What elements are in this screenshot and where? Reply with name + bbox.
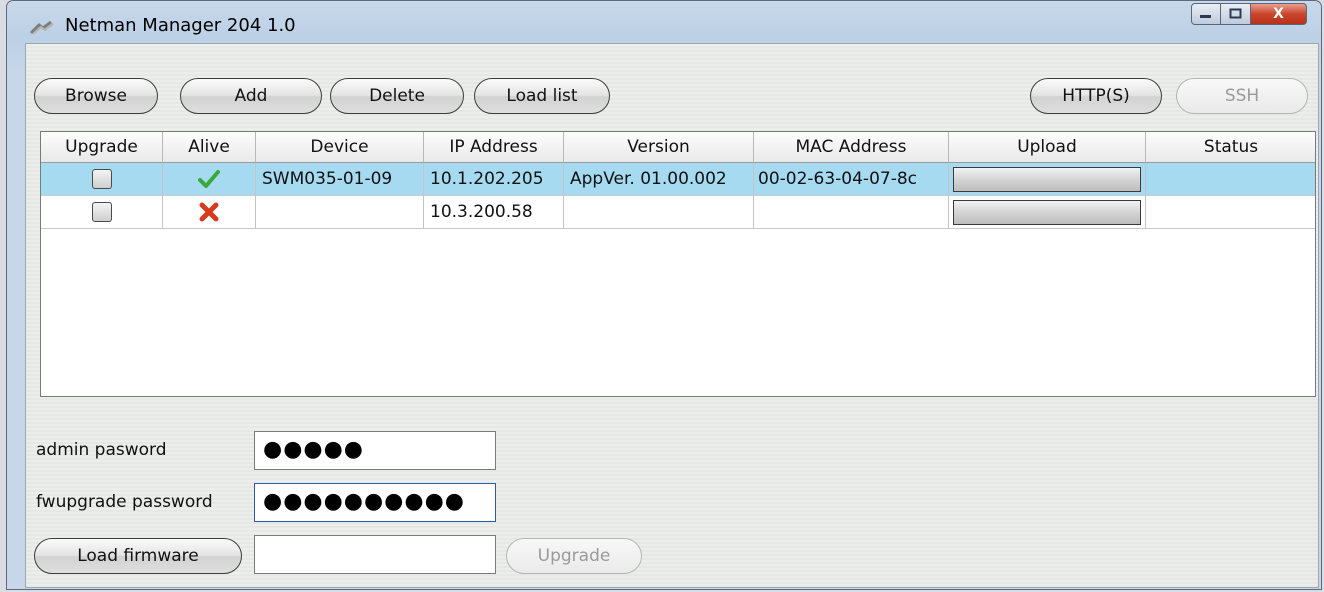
browse-button[interactable]: Browse (34, 78, 158, 114)
window-controls: X (1191, 3, 1307, 27)
main-panel: Browse Add Delete Load list HTTP(S) SSH … (25, 43, 1319, 588)
upload-progress-bar (953, 199, 1141, 225)
status-cell (1146, 196, 1315, 229)
title-bar[interactable]: Netman Manager 204 1.0 X (7, 1, 1321, 43)
column-header-upgrade[interactable]: Upgrade (41, 132, 163, 163)
column-header-device[interactable]: Device (256, 132, 424, 163)
fwupgrade-password-field[interactable]: ●●●●●●●●●● (254, 483, 496, 522)
upgrade-button[interactable]: Upgrade (506, 538, 642, 574)
table-row[interactable]: SWM035-01-09 10.1.202.205 AppVer. 01.00.… (41, 163, 1315, 196)
column-header-version[interactable]: Version (564, 132, 754, 163)
device-cell (256, 196, 424, 229)
table-row[interactable]: 10.3.200.58 (41, 196, 1315, 229)
upload-progress-bar (953, 166, 1141, 192)
upgrade-checkbox[interactable] (91, 169, 112, 189)
column-header-ip-address[interactable]: IP Address (424, 132, 564, 163)
device-table: Upgrade Alive Device IP Address Version … (40, 131, 1316, 397)
http-button[interactable]: HTTP(S) (1030, 78, 1162, 114)
minimize-icon (1200, 15, 1211, 18)
table-header: Upgrade Alive Device IP Address Version … (41, 132, 1315, 163)
device-cell: SWM035-01-09 (256, 163, 424, 196)
close-icon: X (1273, 6, 1284, 22)
add-button[interactable]: Add (180, 78, 322, 114)
admin-password-field[interactable]: ●●●●● (254, 431, 496, 470)
check-icon (198, 170, 220, 188)
upgrade-cell (41, 196, 163, 229)
upload-cell (949, 163, 1146, 196)
upgrade-checkbox[interactable] (91, 202, 112, 222)
minimize-button[interactable] (1191, 3, 1221, 25)
alive-cell (163, 196, 256, 229)
column-header-alive[interactable]: Alive (163, 132, 256, 163)
load-firmware-button[interactable]: Load firmware (34, 538, 242, 574)
mac-cell (754, 196, 949, 229)
close-button[interactable]: X (1251, 3, 1307, 25)
firmware-path-field[interactable] (254, 535, 496, 574)
column-header-status[interactable]: Status (1146, 132, 1315, 163)
maximize-button[interactable] (1221, 3, 1251, 25)
ip-cell: 10.1.202.205 (424, 163, 564, 196)
upload-cell (949, 196, 1146, 229)
upgrade-cell (41, 163, 163, 196)
window-title: Netman Manager 204 1.0 (65, 15, 296, 36)
alive-cell (163, 163, 256, 196)
column-header-upload[interactable]: Upload (949, 132, 1146, 163)
ip-cell: 10.3.200.58 (424, 196, 564, 229)
fwupgrade-password-label: fwupgrade password (36, 492, 213, 512)
network-app-icon (29, 21, 54, 35)
version-cell: AppVer. 01.00.002 (564, 163, 754, 196)
load-list-button[interactable]: Load list (474, 78, 610, 114)
delete-button[interactable]: Delete (330, 78, 464, 114)
mac-cell: 00-02-63-04-07-8c (754, 163, 949, 196)
ssh-button[interactable]: SSH (1176, 78, 1308, 114)
column-header-mac-address[interactable]: MAC Address (754, 132, 949, 163)
version-cell (564, 196, 754, 229)
admin-password-label: admin pasword (36, 440, 167, 460)
status-cell (1146, 163, 1315, 196)
cross-icon (199, 202, 219, 222)
maximize-icon (1229, 8, 1241, 19)
app-window: Netman Manager 204 1.0 X Browse Add Dele… (6, 0, 1322, 590)
